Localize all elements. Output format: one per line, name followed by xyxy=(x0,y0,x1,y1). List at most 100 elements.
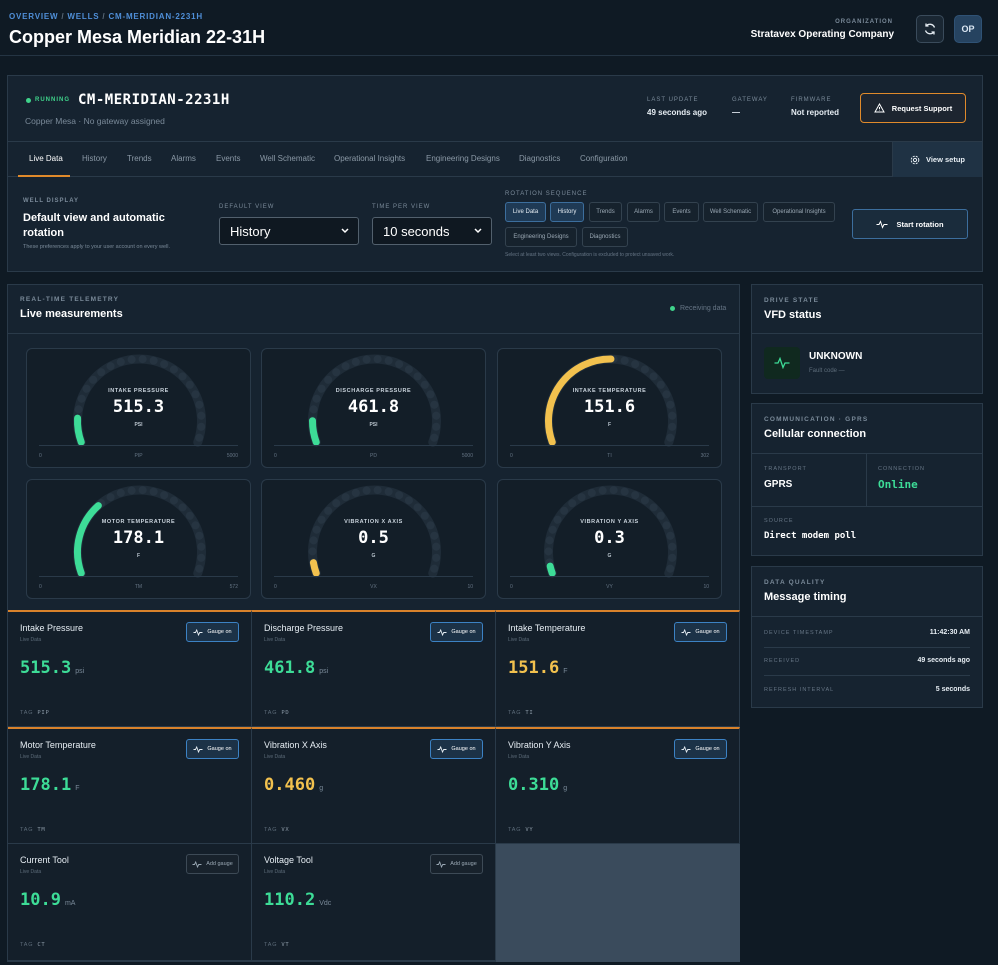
gauge-max: 5000 xyxy=(226,453,238,459)
divider xyxy=(752,333,982,334)
gauge-max: 5000 xyxy=(461,453,473,459)
telemetry-label: REAL-TIME TELEMETRY xyxy=(20,296,120,303)
tile-tag: TAG TI xyxy=(508,710,534,716)
chip-trends[interactable]: Trends xyxy=(589,202,622,222)
metric-tile: Intake Temperature Live Data Gauge on 15… xyxy=(496,610,740,727)
tab-live-data[interactable]: Live Data xyxy=(29,154,63,163)
chip-events[interactable]: Events xyxy=(664,202,699,222)
tab-alarms[interactable]: Alarms xyxy=(171,154,196,163)
chip-live-data[interactable]: Live Data xyxy=(505,202,546,222)
divider xyxy=(510,445,709,446)
connection-field: CONNECTION Online xyxy=(878,466,925,491)
gauge-tag: VX xyxy=(370,584,377,590)
gauge-card: DISCHARGE PRESSURE 461.8 PSI 0 PD 5000 xyxy=(261,348,486,468)
tile-source: Live Data xyxy=(20,869,42,875)
transport-field: TRANSPORT GPRS xyxy=(764,466,807,490)
organization-label: ORGANIZATION xyxy=(835,19,893,25)
tile-value: 0.310 g xyxy=(508,775,568,795)
gauge-on-button[interactable]: Gauge on xyxy=(674,739,727,759)
chevron-down-icon xyxy=(341,228,349,234)
tile-name: Vibration Y Axis xyxy=(508,740,571,750)
gauge-name: INTAKE TEMPERATURE xyxy=(572,388,647,394)
refresh-icon xyxy=(924,23,936,35)
divider xyxy=(39,445,238,446)
tile-name: Discharge Pressure xyxy=(264,623,344,633)
tab-operational-insights[interactable]: Operational Insights xyxy=(334,154,405,163)
tab-diagnostics[interactable]: Diagnostics xyxy=(519,154,560,163)
divider xyxy=(274,445,473,446)
metric-tile: Current Tool Live Data Add gauge 10.9 mA … xyxy=(8,844,252,961)
pulse-icon xyxy=(681,745,691,753)
chip-operational-insights[interactable]: Operational Insights xyxy=(763,202,835,222)
tile-tag: TAG PIP xyxy=(20,710,50,716)
tab-well-schematic[interactable]: Well Schematic xyxy=(260,154,315,163)
drive-header: DRIVE STATE VFD status xyxy=(764,297,821,321)
time-per-view-label: TIME PER VIEW xyxy=(372,204,431,210)
tile-value: 110.2 Vdc xyxy=(264,890,332,910)
gauge-unit: F xyxy=(136,553,141,559)
breadcrumb-wells[interactable]: WELLS xyxy=(67,12,99,21)
tile-source: Live Data xyxy=(20,754,42,760)
gauge-on-button[interactable]: Gauge on xyxy=(430,739,483,759)
divider xyxy=(752,453,982,454)
gauge-unit: G xyxy=(371,553,376,559)
telemetry-panel: REAL-TIME TELEMETRY Live measurements Re… xyxy=(7,284,740,962)
pulse-icon xyxy=(437,745,447,753)
default-view-select[interactable]: History xyxy=(219,217,359,245)
tile-name: Voltage Tool xyxy=(264,855,313,865)
chip-diagnostics[interactable]: Diagnostics xyxy=(582,227,628,247)
chip-engineering-designs[interactable]: Engineering Designs xyxy=(505,227,577,247)
gauge-value: 151.6 xyxy=(583,397,636,417)
start-rotation-button[interactable]: Start rotation xyxy=(852,209,968,239)
pulse-icon xyxy=(436,860,446,868)
status-badge: RUNNING xyxy=(26,97,70,103)
chip-history[interactable]: History xyxy=(550,202,584,222)
chip-well-schematic[interactable]: Well Schematic xyxy=(703,202,758,222)
avatar[interactable]: OP xyxy=(954,15,982,43)
gauge-name: DISCHARGE PRESSURE xyxy=(335,388,412,394)
add-gauge-button[interactable]: Add gauge xyxy=(186,854,239,874)
gauge-card: VIBRATION X AXIS 0.5 G 0 VX 10 xyxy=(261,479,486,599)
time-per-view-select[interactable]: 10 seconds xyxy=(372,217,492,245)
gauge-on-button[interactable]: Gauge on xyxy=(186,739,239,759)
tile-source: Live Data xyxy=(264,754,286,760)
tab-engineering-designs[interactable]: Engineering Designs xyxy=(426,154,500,163)
gauge-card: MOTOR TEMPERATURE 178.1 F 0 TM 572 xyxy=(26,479,251,599)
well-display-title: Default view and automatic rotation xyxy=(23,212,165,239)
tab-configuration[interactable]: Configuration xyxy=(580,154,628,163)
gear-icon xyxy=(910,155,920,164)
tile-unit: mA xyxy=(64,900,76,907)
received-label: RECEIVED xyxy=(764,658,801,664)
add-gauge-button[interactable]: Add gauge xyxy=(430,854,483,874)
gauge-unit: G xyxy=(607,553,612,559)
rotation-sequence-label: ROTATION SEQUENCE xyxy=(505,191,588,197)
request-support-button[interactable]: Request Support xyxy=(860,93,966,123)
receiving-status: Receiving data xyxy=(670,305,726,312)
gauge-value: 515.3 xyxy=(112,397,165,417)
metric-tile: Vibration X Axis Live Data Gauge on 0.46… xyxy=(252,727,496,844)
tab-trends[interactable]: Trends xyxy=(127,154,152,163)
view-setup-button[interactable]: View setup xyxy=(892,142,982,177)
gauge-max: 572 xyxy=(229,584,238,590)
gauge-on-button[interactable]: Gauge on xyxy=(430,622,483,642)
gauge-on-button[interactable]: Gauge on xyxy=(674,622,727,642)
divider xyxy=(274,576,473,577)
refresh-button[interactable] xyxy=(916,15,944,43)
gauge-name: VIBRATION Y AXIS xyxy=(580,519,639,525)
chip-alarms[interactable]: Alarms xyxy=(627,202,660,222)
gauge-on-button[interactable]: Gauge on xyxy=(186,622,239,642)
tile-unit: g xyxy=(563,785,568,792)
tab-events[interactable]: Events xyxy=(216,154,240,163)
breadcrumb-current: CM-MERIDIAN-2231H xyxy=(108,12,203,21)
fault-code: Fault code — xyxy=(809,368,845,374)
refresh-interval-label: REFRESH INTERVAL xyxy=(764,687,835,693)
breadcrumb-overview[interactable]: OVERVIEW xyxy=(9,12,58,21)
tab-history[interactable]: History xyxy=(82,154,107,163)
gauge-value: 0.3 xyxy=(594,528,625,548)
quality-label: DATA QUALITY xyxy=(764,579,826,586)
data-quality-panel: DATA QUALITY Message timing DEVICE TIMES… xyxy=(751,566,983,708)
gauge-unit: F xyxy=(607,422,612,428)
gauge-tag: VY xyxy=(606,584,613,590)
gauge-value: 178.1 xyxy=(112,528,165,548)
active-tab-indicator xyxy=(18,175,70,177)
